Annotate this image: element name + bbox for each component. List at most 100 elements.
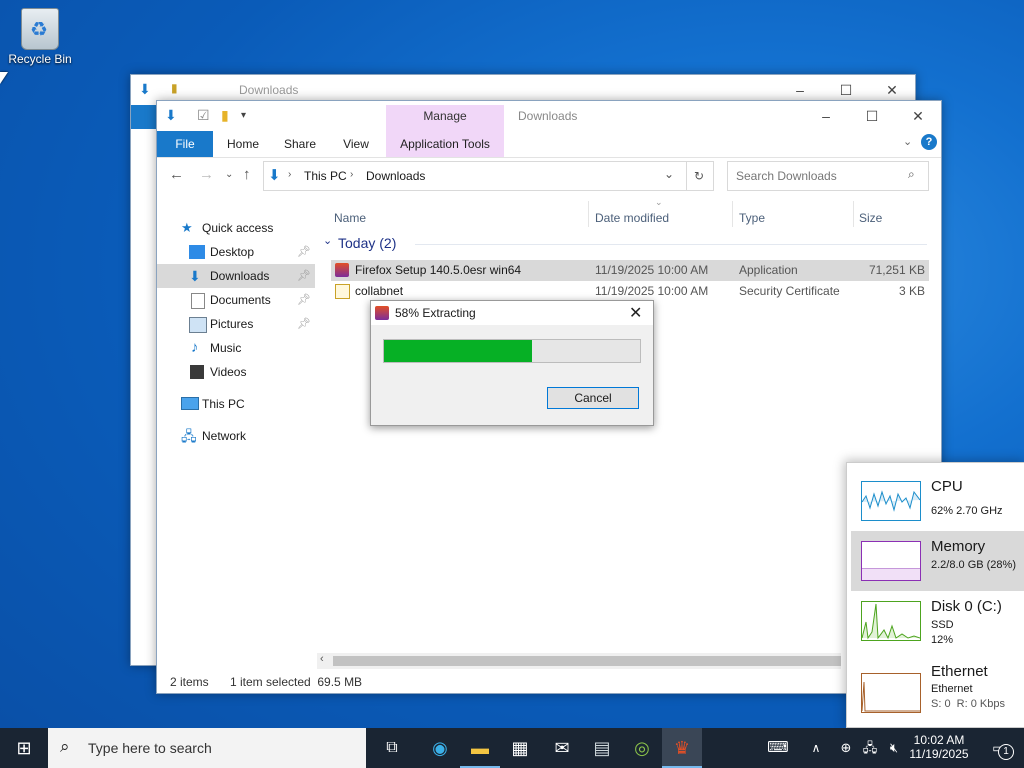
installer-icon [375, 306, 389, 320]
nav-label: Quick access [202, 221, 274, 235]
tab-view[interactable]: View [331, 131, 381, 157]
nav-item-pictures[interactable]: Pictures 📌︎ [157, 312, 315, 336]
recycle-bin-label: Recycle Bin [8, 52, 72, 66]
tab-file[interactable]: File [157, 131, 213, 157]
taskbar: ⊞ ⌕ Type here to search ⧉ ◉ ▬ ▦ ✉ ▤ ◎ ♛ … [0, 728, 1024, 768]
address-bar[interactable]: ⬇ › This PC › Downloads ⌄ [263, 161, 687, 191]
nav-item-music[interactable]: ♪ Music [157, 336, 315, 360]
minimize-button[interactable]: – [803, 101, 849, 131]
dialog-title: 58% Extracting [395, 306, 476, 320]
chevron-down-icon[interactable]: ⌄ [664, 167, 674, 181]
system-clock[interactable]: 10:02 AM 11/19/2025 [906, 730, 972, 766]
firefox-installer-taskbar-icon[interactable]: ♛ [662, 728, 702, 768]
taskbar-search-input[interactable]: Type here to search [88, 740, 212, 756]
perf-detail: SSD [931, 619, 954, 631]
close-button[interactable]: ✕ [629, 303, 642, 323]
perf-item-ethernet[interactable]: Ethernet Ethernet S: 0 R: 0 Kbps [851, 661, 1024, 721]
column-header-name[interactable]: Name [334, 206, 366, 230]
help-icon[interactable]: ? [921, 134, 937, 150]
column-header-size[interactable]: Size [859, 206, 882, 230]
remote-desktop-icon[interactable]: ▤ [582, 728, 622, 768]
clock-time: 10:02 AM [913, 733, 965, 747]
pin-icon: 📌︎ [297, 318, 311, 330]
breadcrumb-this-pc[interactable]: This PC [304, 169, 347, 183]
expand-ribbon-icon[interactable]: ⌄ [903, 135, 912, 148]
column-divider[interactable] [588, 201, 589, 227]
file-explorer-icon[interactable]: ▬ [460, 728, 500, 768]
file-size: 71,251 KB [868, 263, 925, 277]
breadcrumb-downloads[interactable]: Downloads [366, 169, 425, 183]
window-title: Downloads [239, 83, 299, 97]
group-header-today[interactable]: ⌄ Today (2) [323, 234, 929, 254]
file-size: 3 KB [898, 284, 925, 298]
back-button[interactable]: ← [169, 161, 184, 189]
scroll-left-icon[interactable]: ‹ [320, 653, 324, 665]
scrollbar-thumb[interactable] [333, 656, 841, 666]
nav-item-videos[interactable]: Videos [157, 360, 315, 384]
dialog-title-bar[interactable]: 58% Extracting ✕ [371, 301, 653, 325]
pictures-icon [189, 317, 207, 333]
nav-label: Documents [210, 293, 271, 307]
action-center-button[interactable]: ▭ 1 [978, 728, 1018, 768]
search-input[interactable]: Search Downloads [736, 169, 837, 183]
documents-icon [191, 293, 205, 309]
tab-home[interactable]: Home [217, 131, 269, 157]
music-note-icon: ♪ [191, 339, 199, 356]
edge-browser-icon[interactable]: ◉ [420, 728, 460, 768]
perf-name: Memory [931, 538, 986, 555]
tab-application-tools[interactable]: Application Tools [386, 131, 504, 157]
nav-item-this-pc[interactable]: This PC [157, 392, 315, 416]
taskbar-search-box[interactable]: ⌕ Type here to search [48, 728, 366, 768]
forward-button[interactable]: → [199, 161, 214, 189]
mail-icon[interactable]: ✉ [542, 728, 582, 768]
properties-icon[interactable]: ☑ [197, 107, 210, 125]
nav-item-network[interactable]: 🖧︎ Network [157, 424, 315, 448]
perf-item-memory[interactable]: Memory 2.2/8.0 GB (28%) [851, 531, 1024, 591]
column-divider[interactable] [853, 201, 854, 227]
microsoft-store-icon[interactable]: ▦ [500, 728, 540, 768]
progress-fill [384, 340, 533, 362]
close-button[interactable]: ✕ [895, 101, 941, 131]
nav-item-documents[interactable]: Documents 📌︎ [157, 288, 315, 312]
file-row[interactable]: collabnet 11/19/2025 10:00 AM Security C… [331, 281, 929, 302]
chevron-down-icon: ⌄ [323, 235, 333, 247]
perf-item-cpu[interactable]: CPU 62% 2.70 GHz [851, 471, 1024, 531]
new-folder-icon[interactable]: ▮ [221, 107, 229, 125]
title-bar[interactable]: ⬇ ☑ ▮ ▾ Manage Downloads – ☐ ✕ [157, 101, 941, 131]
column-header-type[interactable]: Type [739, 206, 765, 230]
task-view-icon[interactable]: ⧉ [372, 728, 412, 768]
memory-graph [861, 541, 921, 581]
keyboard-icon[interactable]: ⌨ [758, 728, 798, 768]
column-divider[interactable] [732, 201, 733, 227]
nav-item-desktop[interactable]: Desktop 📌︎ [157, 240, 315, 264]
up-button[interactable]: ↑ [243, 161, 251, 189]
meet-now-icon[interactable]: ⊕ [834, 728, 858, 768]
file-row[interactable]: Firefox Setup 140.5.0esr win64 11/19/202… [331, 260, 929, 281]
task-manager-performance-panel[interactable]: CPU 62% 2.70 GHz Memory 2.2/8.0 GB (28%)… [846, 462, 1024, 728]
group-divider [415, 244, 927, 245]
volume-muted-icon[interactable]: 🔇︎ [882, 728, 906, 768]
tab-share[interactable]: Share [275, 131, 325, 157]
search-box[interactable]: Search Downloads ⌕ [727, 161, 929, 191]
recycle-bin-shortcut[interactable]: Recycle Bin [4, 8, 76, 66]
folder-icon: ▮ [171, 81, 178, 95]
extracting-dialog[interactable]: 58% Extracting ✕ Cancel [370, 300, 654, 426]
network-tray-icon[interactable]: 🖧︎ [858, 728, 882, 768]
maximize-button[interactable]: ☐ [849, 101, 895, 131]
ribbon-tabs: File Home Share View Application Tools ⌄… [157, 131, 941, 158]
recent-locations-icon[interactable]: ⌄ [225, 161, 233, 189]
cancel-button[interactable]: Cancel [547, 387, 639, 409]
window-title: Downloads [518, 109, 578, 123]
nav-item-quick-access[interactable]: ★ Quick access [157, 216, 315, 240]
show-hidden-icons-chevron-up-icon[interactable]: ∧ [804, 728, 828, 768]
customize-toolbar-icon[interactable]: ▾ [241, 110, 246, 128]
videos-icon [190, 365, 204, 379]
start-windows-icon[interactable]: ⊞ [4, 728, 44, 768]
nav-item-downloads[interactable]: ⬇ Downloads 📌︎ [157, 264, 315, 288]
disc-burner-icon[interactable]: ◎ [622, 728, 662, 768]
column-header-date[interactable]: Date modified [595, 206, 669, 230]
file-type: Security Certificate [739, 284, 840, 298]
refresh-button[interactable]: ↻ [685, 161, 714, 191]
perf-item-disk[interactable]: Disk 0 (C:) SSD 12% [851, 591, 1024, 651]
horizontal-scrollbar[interactable]: ‹ [317, 653, 841, 669]
